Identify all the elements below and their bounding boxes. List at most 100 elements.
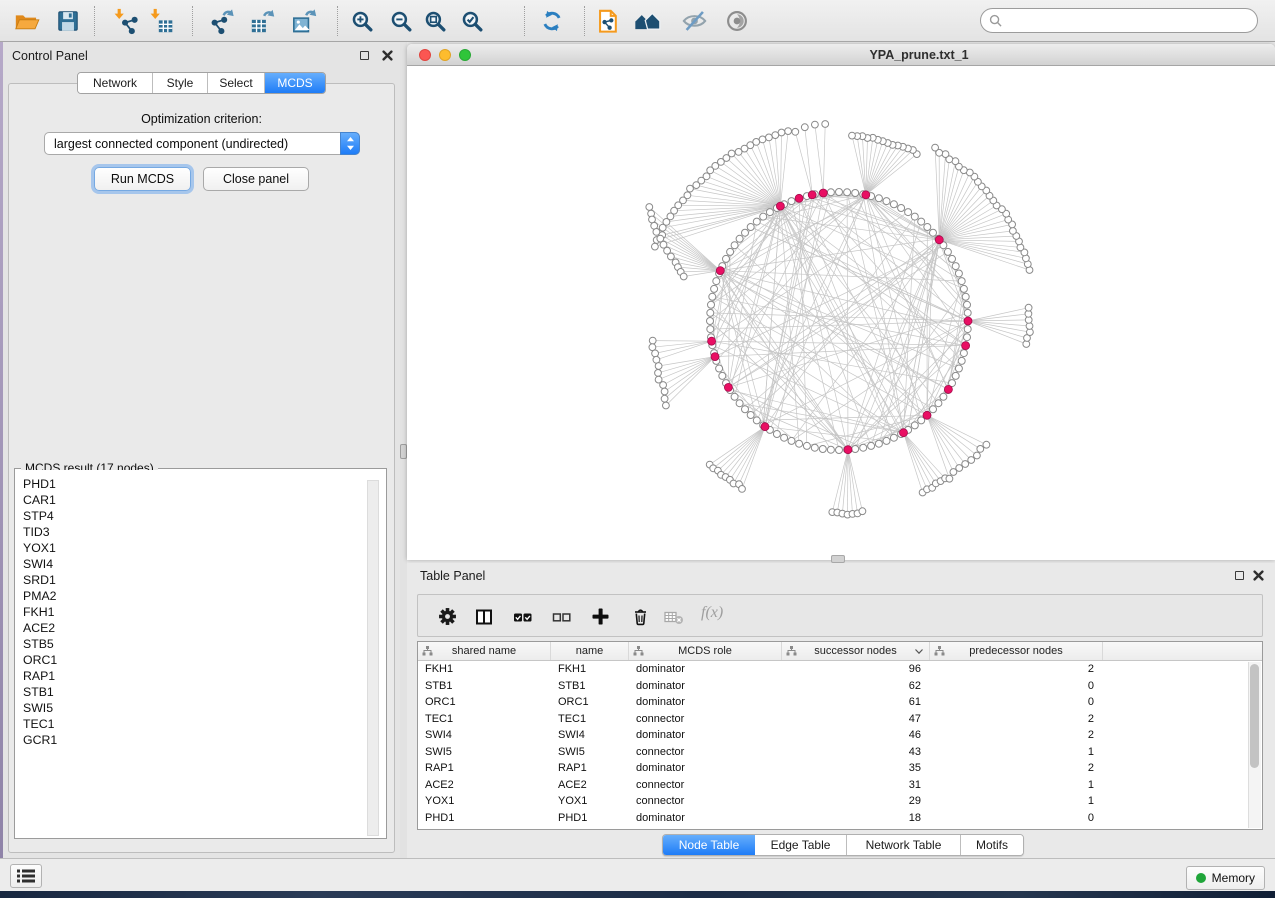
refresh-view-button[interactable] (534, 3, 570, 39)
zoom-out-button[interactable] (383, 3, 419, 39)
table-cell: 43 (782, 746, 930, 758)
run-mcds-button[interactable]: Run MCDS (94, 167, 191, 191)
table-row[interactable]: STB1STB1dominator620 (418, 678, 1262, 695)
table-row[interactable]: SWI4SWI4dominator462 (418, 727, 1262, 744)
vertical-splitter-grip[interactable] (400, 444, 407, 459)
mcds-result-item[interactable]: STB5 (23, 636, 385, 652)
close-panel-button[interactable]: Close panel (203, 167, 309, 191)
table-row[interactable]: ORC1ORC1dominator610 (418, 694, 1262, 711)
table-row[interactable]: FKH1FKH1dominator962 (418, 661, 1262, 678)
delete-column-button[interactable] (630, 607, 650, 626)
eye-icon (724, 8, 750, 34)
show-column-button[interactable] (474, 607, 494, 626)
table-cell: STB1 (418, 680, 551, 692)
table-tab-node-table[interactable]: Node Table (663, 835, 755, 855)
export-network-button[interactable] (204, 3, 240, 39)
table-cell: SWI5 (551, 746, 629, 758)
mcds-result-item[interactable]: GCR1 (23, 732, 385, 748)
mcds-result-item[interactable]: RAP1 (23, 668, 385, 684)
table-cell: connector (629, 713, 782, 725)
table-cell: 1 (930, 746, 1103, 758)
mcds-result-item[interactable]: TID3 (23, 524, 385, 540)
mcds-result-item[interactable]: ACE2 (23, 620, 385, 636)
control-tab-mcds[interactable]: MCDS (265, 73, 325, 93)
mcds-result-item[interactable]: CAR1 (23, 492, 385, 508)
mcds-result-item[interactable]: STP4 (23, 508, 385, 524)
mcds-list-scrollbar[interactable] (367, 480, 379, 836)
add-column-button[interactable] (590, 607, 610, 626)
import-table-button[interactable] (142, 3, 178, 39)
network-graph[interactable] (407, 66, 1275, 560)
zoom-in-button[interactable] (344, 3, 380, 39)
hide-graphics-button[interactable] (676, 3, 712, 39)
mcds-result-list[interactable]: PHD1CAR1STP4TID3YOX1SWI4SRD1PMA2FKH1ACE2… (16, 470, 385, 837)
mcds-result-item[interactable]: SWI5 (23, 700, 385, 716)
table-tab-edge-table[interactable]: Edge Table (755, 835, 847, 855)
table-row[interactable]: RAP1RAP1dominator352 (418, 760, 1262, 777)
column-header-predecessor-nodes[interactable]: predecessor nodes (930, 642, 1103, 660)
mcds-result-item[interactable]: FKH1 (23, 604, 385, 620)
table-row[interactable]: TEC1TEC1connector472 (418, 711, 1262, 728)
criterion-dropdown[interactable]: largest connected component (undirected) (44, 132, 360, 155)
table-cell: PHD1 (551, 812, 629, 824)
unselect-all-button[interactable] (552, 607, 572, 626)
network-canvas[interactable] (407, 66, 1275, 560)
select-all-button[interactable] (513, 607, 533, 626)
task-history-button[interactable] (10, 864, 42, 888)
save-session-button[interactable] (50, 3, 86, 39)
export-table-icon (249, 8, 276, 35)
control-panel-float-button[interactable] (357, 48, 371, 62)
table-cell: 62 (782, 680, 930, 692)
mcds-result-item[interactable]: PHD1 (23, 476, 385, 492)
table-cell: ACE2 (418, 779, 551, 791)
table-tab-network-table[interactable]: Network Table (847, 835, 961, 855)
table-panel-float-button[interactable] (1232, 568, 1246, 582)
column-header-name[interactable]: name (551, 642, 629, 660)
show-graphics-button[interactable] (719, 3, 755, 39)
table-options-button[interactable] (437, 607, 457, 626)
network-window-titlebar[interactable]: YPA_prune.txt_1 (407, 44, 1275, 66)
zoom-fit-button[interactable] (417, 3, 453, 39)
mcds-result-item[interactable]: YOX1 (23, 540, 385, 556)
export-table-button[interactable] (244, 3, 280, 39)
import-network-button[interactable] (106, 3, 142, 39)
table-scrollbar-thumb[interactable] (1250, 664, 1259, 768)
table-cell: 46 (782, 729, 930, 741)
table-row[interactable]: PHD1PHD1dominator180 (418, 810, 1262, 827)
mcds-result-item[interactable]: PMA2 (23, 588, 385, 604)
window-zoom-button[interactable] (459, 49, 471, 61)
horizontal-splitter-grip[interactable] (831, 555, 845, 563)
memory-button[interactable]: Memory (1186, 866, 1265, 890)
control-tab-network[interactable]: Network (78, 73, 153, 93)
table-cell: connector (629, 779, 782, 791)
table-cell: 0 (930, 680, 1103, 692)
mcds-result-item[interactable]: STB1 (23, 684, 385, 700)
window-minimize-button[interactable] (439, 49, 451, 61)
network-snapshot-button[interactable] (590, 3, 626, 39)
table-scrollbar[interactable] (1248, 662, 1261, 828)
table-row[interactable]: YOX1YOX1connector291 (418, 793, 1262, 810)
table-row[interactable]: ACE2ACE2connector311 (418, 777, 1262, 794)
main-toolbar (0, 0, 1275, 42)
window-close-button[interactable] (419, 49, 431, 61)
mcds-result-item[interactable]: ORC1 (23, 652, 385, 668)
control-panel-close-button[interactable] (380, 48, 394, 62)
mcds-result-item[interactable]: SRD1 (23, 572, 385, 588)
control-tab-style[interactable]: Style (153, 73, 208, 93)
mcds-result-item[interactable]: TEC1 (23, 716, 385, 732)
open-file-button[interactable] (8, 3, 44, 39)
export-image-button[interactable] (286, 3, 322, 39)
table-tab-motifs[interactable]: Motifs (961, 835, 1023, 855)
table-panel-close-button[interactable] (1251, 568, 1265, 582)
control-tab-select[interactable]: Select (208, 73, 265, 93)
column-header-MCDS-role[interactable]: MCDS role (629, 642, 782, 660)
welcome-screen-button[interactable] (629, 3, 665, 39)
toolbar-separator (94, 6, 95, 36)
mcds-result-item[interactable]: SWI4 (23, 556, 385, 572)
column-header-shared-name[interactable]: shared name (418, 642, 551, 660)
column-header-successor-nodes[interactable]: successor nodes (782, 642, 930, 660)
zoom-selected-button[interactable] (454, 3, 490, 39)
table-row[interactable]: SWI5SWI5connector431 (418, 744, 1262, 761)
table-panel-title: Table Panel (420, 569, 485, 583)
search-input[interactable] (1007, 12, 1257, 30)
